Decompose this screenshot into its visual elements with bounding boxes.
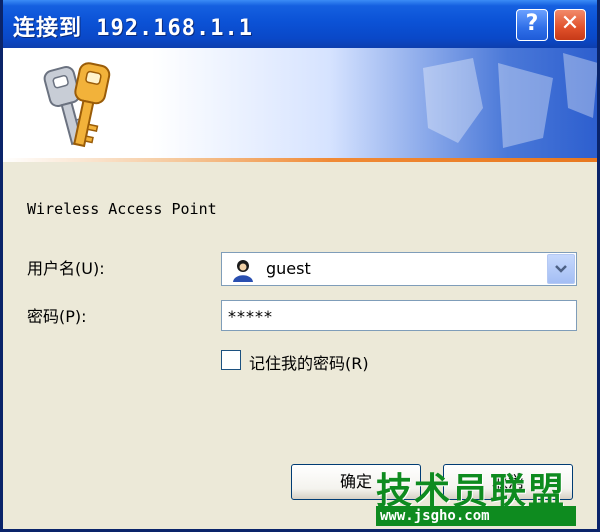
- close-button[interactable]: ✕: [554, 9, 586, 41]
- user-icon: [233, 260, 253, 282]
- password-field[interactable]: *****: [221, 300, 577, 331]
- username-value: guest: [266, 259, 311, 278]
- dropdown-arrow-icon: [555, 265, 567, 273]
- remember-password-checkbox[interactable]: [221, 350, 241, 370]
- password-label: 密码(P):: [27, 307, 87, 326]
- username-combobox[interactable]: guest: [221, 252, 577, 286]
- close-icon: ✕: [560, 11, 580, 36]
- banner-decoration: [423, 53, 597, 148]
- help-icon: ?: [525, 11, 539, 36]
- realm-text: Wireless Access Point: [27, 200, 217, 218]
- keys-icon: [43, 62, 111, 148]
- watermark: 技术员联盟 www.jsgho.com: [376, 462, 596, 526]
- login-dialog: 连接到 192.168.1.1 ? ✕ Wireless Access Poin…: [0, 0, 600, 532]
- help-button[interactable]: ?: [516, 9, 548, 41]
- password-value: *****: [228, 307, 273, 326]
- watermark-url: www.jsgho.com: [376, 506, 576, 526]
- dropdown-arrow-button[interactable]: [547, 254, 575, 284]
- username-label: 用户名(U):: [27, 259, 105, 278]
- window-title: 连接到 192.168.1.1: [13, 16, 253, 41]
- titlebar[interactable]: 连接到 192.168.1.1 ? ✕: [3, 0, 597, 48]
- banner: [3, 48, 597, 158]
- remember-password-label[interactable]: 记住我的密码(R): [249, 350, 369, 374]
